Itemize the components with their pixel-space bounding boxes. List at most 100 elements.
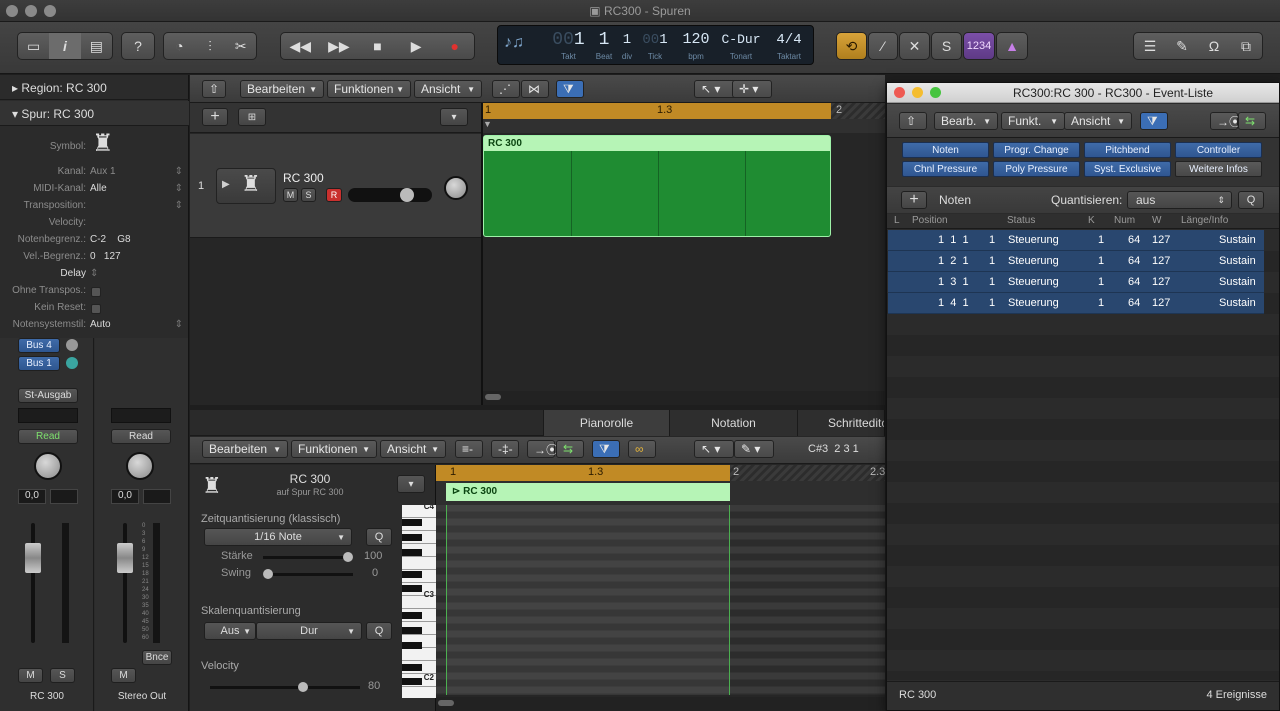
time-quantize-select[interactable]: 1/16 Note ▼ — [204, 528, 352, 546]
filter-sysex[interactable]: Syst. Exclusive — [1084, 161, 1171, 177]
library-icon[interactable]: ▭ — [18, 38, 49, 55]
cycle-button[interactable]: ⟲ — [836, 32, 867, 60]
group-slot[interactable] — [18, 408, 78, 423]
black-key[interactable] — [402, 519, 422, 526]
tab-step-editor[interactable]: Schrittedito — [798, 410, 885, 436]
event-row[interactable]: 1 2 1 1 Steuerung 1 64 127 Sustain — [888, 251, 1264, 272]
up-button[interactable]: ⇧ — [899, 112, 927, 130]
filter-channel-pressure[interactable]: Chnl Pressure — [902, 161, 989, 177]
column-header-num[interactable]: Num — [1114, 214, 1135, 228]
mixer-icon[interactable]: ◔ — [164, 38, 195, 54]
stop-icon[interactable]: ■ — [358, 38, 397, 54]
event-row[interactable]: 1 3 1 1 Steuerung 1 64 127 Sustain — [888, 272, 1264, 293]
event-quantize-q-button[interactable]: Q — [1238, 191, 1264, 209]
editor-menu-edit[interactable]: Bearbeiten ▼ — [202, 440, 288, 458]
editors-icon[interactable]: ✂ — [225, 38, 256, 55]
zoom-fit-button[interactable]: ⋈ — [521, 80, 549, 98]
region-header[interactable]: ▸ Region: RC 300 — [0, 75, 189, 100]
black-key[interactable] — [402, 678, 422, 685]
create-event-button[interactable]: + — [901, 191, 927, 209]
piano-keyboard[interactable]: C4 C3 C2 — [402, 505, 436, 698]
editor-region-bar[interactable]: ⊳ RC 300 — [446, 483, 730, 501]
scroll-thumb[interactable] — [438, 700, 454, 706]
editor-menu-functions[interactable]: Funktionen ▼ — [291, 440, 377, 458]
help-button[interactable]: ? — [121, 32, 155, 60]
black-key[interactable] — [402, 642, 422, 649]
lcd-key[interactable]: C-Dur Tonart — [718, 28, 764, 62]
checkbox[interactable] — [91, 304, 101, 314]
quantize-select[interactable]: aus ⇕ — [1127, 191, 1232, 209]
record-icon[interactable]: ● — [435, 38, 474, 54]
output-slot[interactable]: St-Ausgab — [18, 388, 78, 403]
inspector-row-velocity-limit[interactable]: Vel.-Begrenz.: 0 127 — [0, 251, 189, 268]
column-header-value[interactable]: W — [1152, 214, 1161, 228]
filter-program-change[interactable]: Progr. Change — [993, 142, 1080, 158]
catch-button[interactable]: ⋰ — [492, 80, 520, 98]
notepad-icon[interactable]: ✎ — [1166, 38, 1198, 55]
automation-read[interactable]: Read — [111, 429, 171, 444]
column-header-position[interactable]: Position — [912, 214, 948, 228]
filter-poly-pressure[interactable]: Poly Pressure — [993, 161, 1080, 177]
inspector-row-channel[interactable]: Kanal: Aux 1 ⇕ — [0, 166, 189, 183]
send-knob-icon[interactable] — [66, 357, 78, 369]
pan-value[interactable]: 0,0 — [111, 489, 139, 504]
add-track-button[interactable]: + — [202, 108, 228, 126]
note-grid[interactable] — [436, 505, 885, 695]
event-row[interactable]: 1 4 1 1 Steuerung 1 64 127 Sustain — [888, 293, 1264, 314]
tab-notation[interactable]: Notation — [670, 410, 798, 436]
filter-more-info[interactable]: Weitere Infos — [1175, 161, 1262, 177]
grand-piano-icon[interactable]: ♜ — [92, 129, 114, 158]
editor-pointer-tool[interactable]: ↖ ▾ — [694, 440, 734, 458]
event-midi-out-button[interactable]: ⇆ — [1238, 112, 1266, 130]
event-menu-view[interactable]: Ansicht ▼ — [1064, 112, 1132, 130]
editor-ruler-rest[interactable]: 2 2.3 — [730, 465, 885, 481]
event-menu-functions[interactable]: Funkt. ▼ — [1001, 112, 1065, 130]
track-name[interactable]: RC 300 — [283, 171, 324, 185]
event-snap-button[interactable]: ⧩ — [1140, 112, 1168, 130]
volume-fader-cap[interactable] — [117, 543, 133, 573]
editor-snap-button[interactable]: ⧩ — [592, 440, 620, 458]
editor-pencil-tool[interactable]: ✎ ▾ — [734, 440, 774, 458]
volume-fader-cap[interactable] — [25, 543, 41, 573]
inspector-row-velocity[interactable]: Velocity: — [0, 217, 189, 234]
black-key[interactable] — [402, 612, 422, 619]
strength-slider[interactable] — [263, 552, 353, 562]
track-icon-box[interactable]: ▶ ♜ — [216, 168, 276, 204]
tab-pianorolle[interactable]: Pianorolle — [543, 410, 670, 436]
up-button[interactable]: ⇧ — [202, 80, 226, 98]
column-header-channel[interactable]: K — [1088, 214, 1095, 228]
inspector-row-delay[interactable]: Delay ⇕ — [0, 268, 189, 285]
event-row[interactable]: 1 1 1 1 Steuerung 1 64 127 Sustain — [888, 230, 1264, 251]
black-key[interactable] — [402, 585, 422, 592]
link-button[interactable]: ∞ — [628, 440, 656, 458]
solo-button[interactable]: S — [50, 668, 75, 683]
editor-ruler-cycle[interactable]: 1 1.3 — [436, 465, 730, 481]
forward-icon[interactable]: ▶▶ — [320, 38, 359, 55]
inspector-icon[interactable]: i — [49, 33, 81, 59]
black-key[interactable] — [402, 627, 422, 634]
checkbox[interactable] — [91, 287, 101, 297]
lcd-signature[interactable]: 4/4 Taktart — [768, 28, 810, 62]
scale-quantize-type[interactable]: Dur ▼ — [256, 622, 362, 640]
column-header-length-info[interactable]: Länge/Info — [1181, 214, 1228, 228]
metronome-button[interactable]: ▲ — [996, 32, 1028, 60]
swing-slider[interactable] — [263, 569, 353, 579]
global-tracks-button[interactable]: ▾ — [440, 108, 468, 126]
filter-notes[interactable]: Noten — [902, 142, 989, 158]
inspector-row-transposition[interactable]: Transposition: ⇕ — [0, 200, 189, 217]
event-midi-in-button[interactable]: →⦿ — [1210, 112, 1241, 130]
tracks-ruler-rest[interactable]: 2 — [831, 103, 885, 119]
track-pan-knob[interactable] — [444, 176, 468, 200]
quantize-q-button[interactable]: Q — [366, 528, 392, 546]
lcd-mode-icon[interactable]: ♪♫ — [504, 34, 524, 52]
track-header[interactable]: ▾ Spur: RC 300 — [0, 101, 189, 126]
close-window-button[interactable] — [894, 87, 905, 98]
velocity-slider[interactable] — [210, 682, 360, 692]
play-icon[interactable]: ▶ — [397, 38, 436, 55]
menu-functions[interactable]: Funktionen ▼ — [327, 80, 411, 98]
track-row[interactable]: 1 ▶ ♜ RC 300 M S R — [190, 134, 481, 238]
midi-region[interactable]: RC 300 — [483, 135, 831, 237]
editor-hscroll[interactable] — [436, 697, 885, 711]
inspector-row-no-reset[interactable]: Kein Reset: — [0, 302, 189, 319]
mute-button[interactable]: M — [111, 668, 136, 683]
